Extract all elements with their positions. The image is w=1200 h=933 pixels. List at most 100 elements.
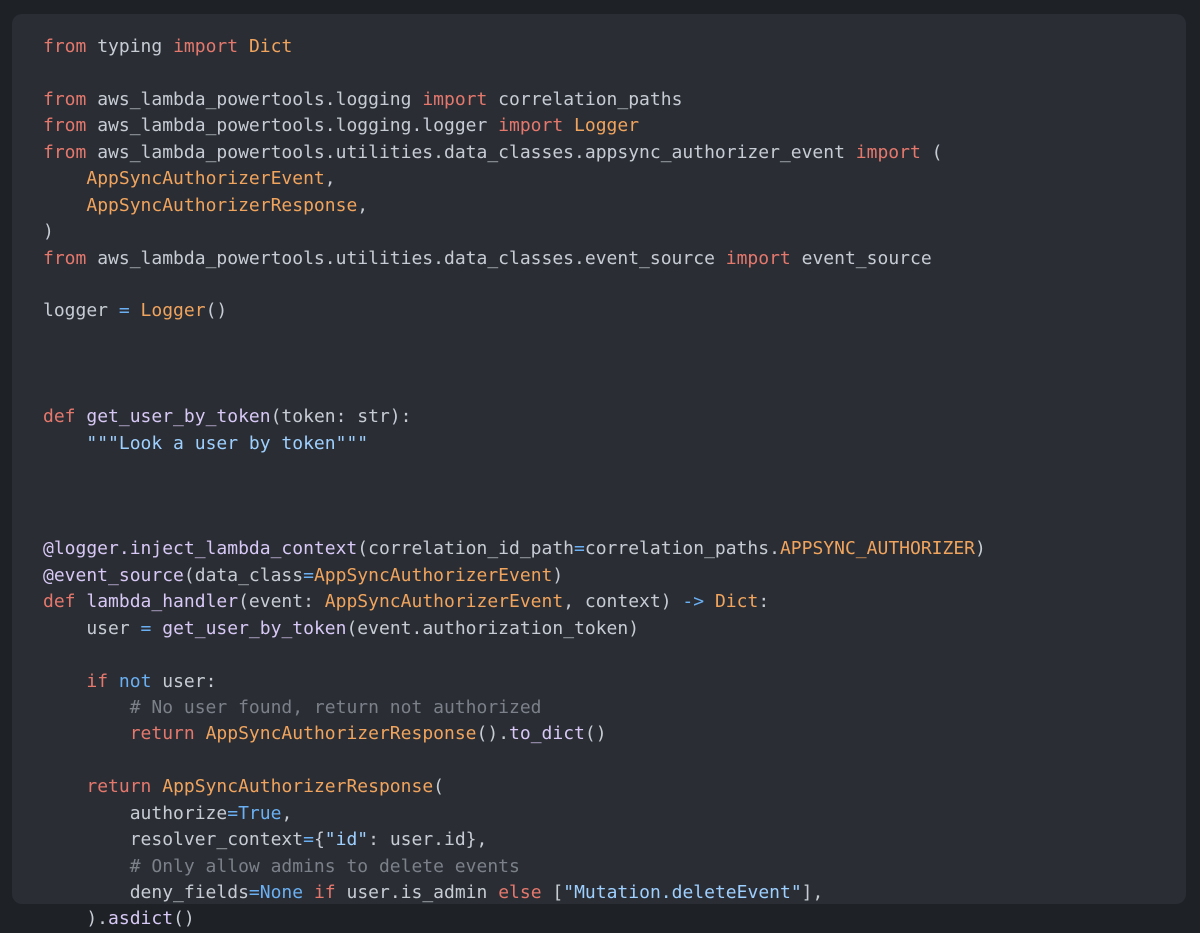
code-token: Logger: [574, 115, 640, 137]
code-token: @logger.inject_lambda_context: [43, 538, 358, 560]
code-token: user.is_admin: [335, 882, 499, 903]
code-line: @event_source(data_class=AppSyncAuthoriz…: [43, 563, 1186, 589]
code-token: not: [118, 670, 152, 692]
code-token: ],: [801, 882, 824, 903]
code-token: , context): [563, 591, 683, 613]
code-token: ().: [476, 723, 510, 745]
code-token: correlation_paths.: [584, 538, 780, 560]
code-token: else: [498, 882, 542, 903]
code-token: =: [303, 829, 314, 851]
code-token: (): [205, 300, 228, 322]
code-token: lambda_handler: [86, 591, 239, 613]
code-token: get_user_by_token: [86, 406, 271, 428]
code-token: # Only allow admins to delete events: [129, 855, 520, 877]
code-token: =: [574, 538, 585, 560]
code-token: (token: str):: [270, 406, 412, 428]
code-line: user = get_user_by_token(event.authoriza…: [43, 616, 1186, 642]
code-token: typing: [86, 36, 174, 57]
code-token: =: [140, 617, 152, 639]
code-token: aws_lambda_powertools.utilities.data_cla…: [86, 141, 856, 163]
code-token: resolver_context: [43, 829, 304, 851]
code-line: logger = Logger(): [43, 298, 1186, 324]
code-token: (): [173, 908, 195, 930]
code-token: Dict: [714, 591, 759, 613]
code-token: ).: [43, 908, 109, 930]
code-token: =: [303, 564, 314, 586]
code-line: from aws_lambda_powertools.utilities.dat…: [43, 140, 1186, 166]
code-token: from: [43, 115, 87, 137]
code-line: # Only allow admins to delete events: [43, 854, 1186, 880]
code-token: AppSyncAuthorizerResponse: [205, 723, 477, 745]
code-token: correlation_paths: [487, 88, 683, 110]
code-token: user: [43, 617, 141, 639]
code-token: get_user_by_token: [162, 617, 347, 639]
code-token: ): [552, 564, 564, 586]
code-token: ,: [357, 194, 369, 216]
code-token: """Look a user by token""": [86, 432, 369, 454]
code-token: aws_lambda_powertools.logging.logger: [86, 115, 499, 137]
code-token: None: [259, 882, 304, 903]
code-token: from: [43, 36, 87, 57]
code-token: ): [975, 538, 986, 560]
code-token: AppSyncAuthorizerEvent: [313, 564, 553, 586]
code-line: def lambda_handler(event: AppSyncAuthori…: [43, 589, 1186, 615]
code-token: (: [433, 776, 445, 798]
code-token: : user.id},: [368, 829, 488, 851]
code-token: {: [313, 829, 325, 851]
code-token: =: [118, 300, 130, 322]
code-token: logger: [43, 300, 119, 322]
code-token: :: [758, 591, 770, 613]
code-token: "Mutation.deleteEvent": [563, 882, 802, 903]
code-token: authorize: [43, 802, 228, 824]
code-token: (): [584, 723, 607, 745]
code-token: APPSYNC_AUTHORIZER: [779, 538, 976, 560]
code-token: return: [86, 776, 152, 798]
code-line: @logger.inject_lambda_context(correlatio…: [43, 536, 1186, 562]
code-token: # No user found, return not authorized: [129, 696, 542, 718]
code-token: (event.authorization_token): [346, 617, 640, 639]
code-line: authorize=True,: [43, 801, 1186, 827]
code-token: ->: [682, 591, 705, 613]
code-token: @event_source: [43, 564, 184, 586]
code-token: import: [725, 247, 791, 269]
code-token: AppSyncAuthorizerEvent: [324, 591, 564, 613]
code-token: aws_lambda_powertools.utilities.data_cla…: [86, 247, 726, 269]
code-token: asdict: [108, 908, 174, 930]
code-token: Dict: [248, 36, 293, 57]
code-token: (data_class: [183, 564, 304, 586]
code-token: def: [43, 406, 76, 428]
code-token: ,: [281, 802, 293, 824]
code-token: [: [541, 882, 564, 903]
code-line: def get_user_by_token(token: str):: [43, 404, 1186, 430]
code-token: to_dict: [509, 723, 585, 745]
code-token: AppSyncAuthorizerEvent: [86, 168, 325, 190]
code-token: =: [227, 802, 239, 824]
code-line: # No user found, return not authorized: [43, 695, 1186, 721]
code-token: event_source: [790, 247, 932, 269]
code-line: return AppSyncAuthorizerResponse().to_di…: [43, 721, 1186, 747]
code-token: True: [238, 802, 282, 824]
code-token: =: [248, 882, 260, 903]
code-line: """Look a user by token""": [43, 431, 1186, 457]
code-token: from: [43, 88, 87, 110]
